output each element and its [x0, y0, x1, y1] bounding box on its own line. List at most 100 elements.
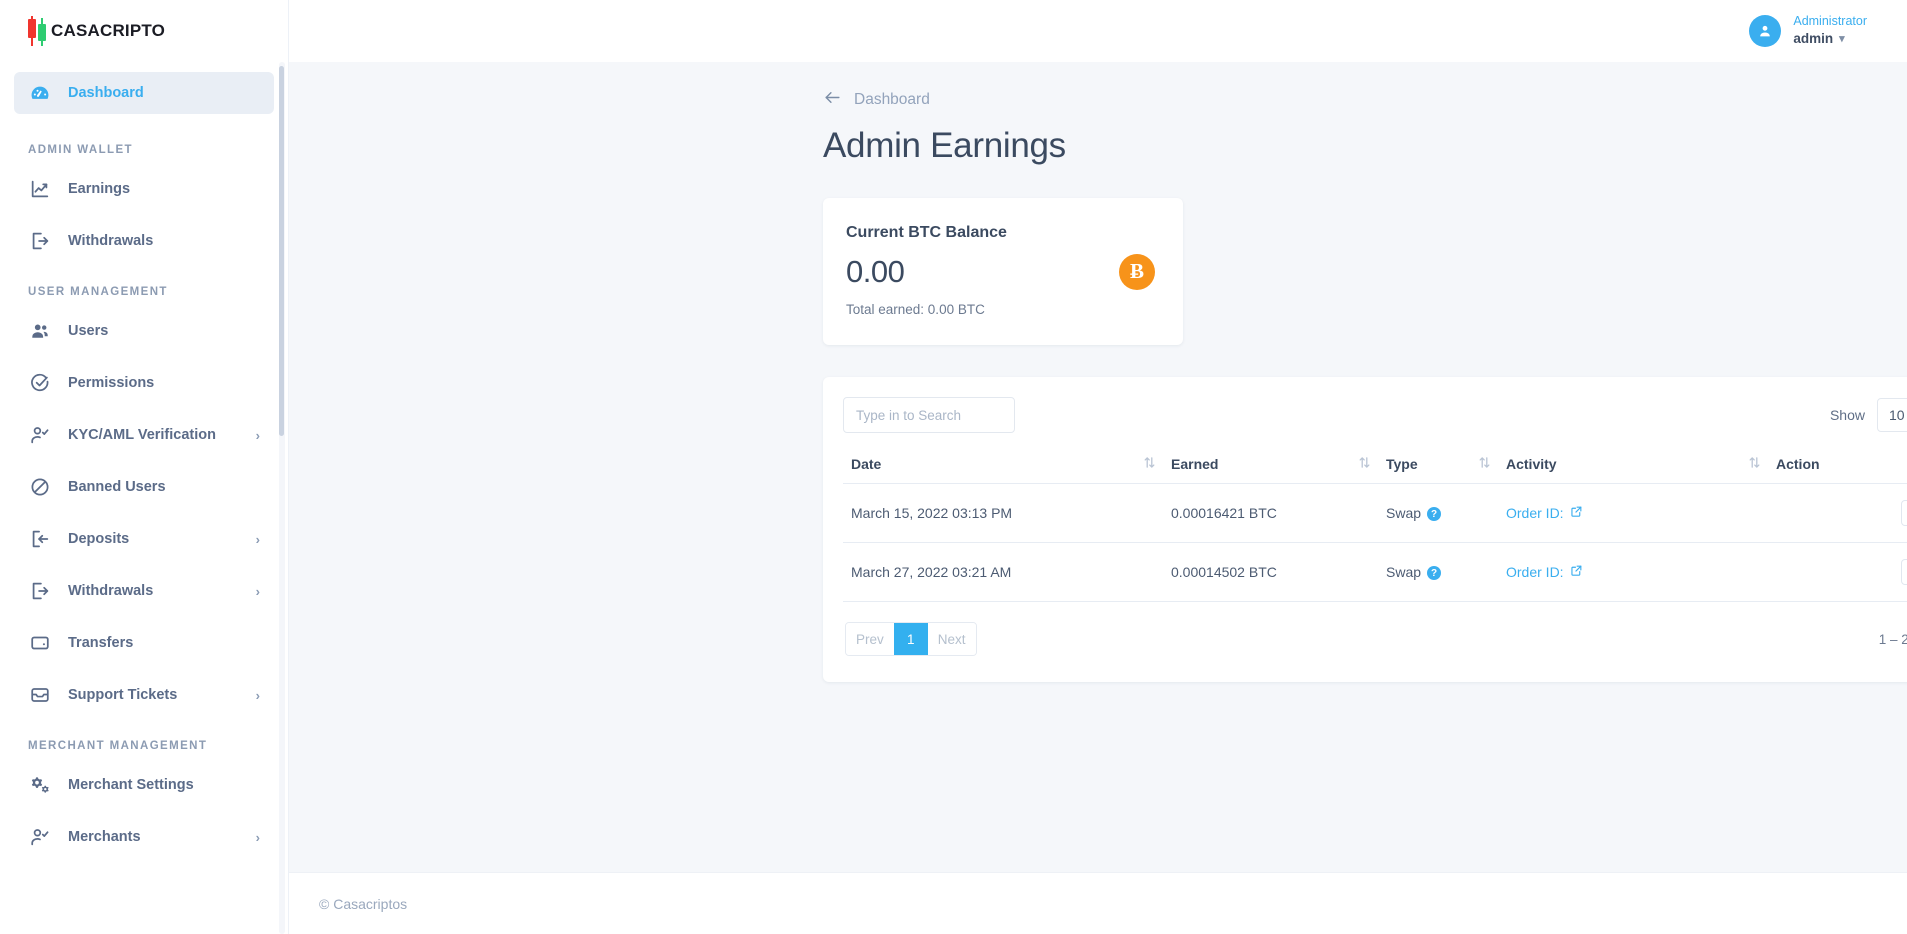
sidebar-item-banned-users[interactable]: Banned Users: [14, 466, 274, 508]
sidebar-item-label: Users: [68, 323, 108, 339]
cell-action: •••: [1768, 543, 1907, 602]
sidebar-item-withdrawals[interactable]: Withdrawals ›: [14, 570, 274, 612]
withdraw-icon: [28, 229, 52, 253]
user-check-icon: [28, 423, 52, 447]
sidebar-section-admin-wallet: ADMIN WALLET: [0, 124, 288, 168]
cell-date: March 27, 2022 03:21 AM: [843, 543, 1163, 602]
external-link-icon: [1570, 505, 1583, 521]
ban-icon: [28, 475, 52, 499]
chart-line-icon: [28, 177, 52, 201]
type-label: Swap: [1386, 564, 1421, 580]
balance-card-title: Current BTC Balance: [846, 224, 1157, 242]
footer-copyright: © Casacriptos: [319, 896, 407, 912]
balance-card-value: 0.00: [846, 254, 1157, 290]
chevron-right-icon: ›: [256, 533, 260, 546]
sort-icon[interactable]: [1463, 456, 1490, 472]
page-content: Dashboard Admin Earnings Current BTC Bal…: [289, 62, 1907, 872]
pagination-prev[interactable]: Prev: [846, 623, 894, 655]
balance-card: Current BTC Balance 0.00 Total earned: 0…: [823, 198, 1183, 345]
table-row: March 27, 2022 03:21 AM 0.00014502 BTC S…: [843, 543, 1907, 602]
user-name-label: admin: [1793, 30, 1833, 48]
table-header-row: Date: [843, 447, 1907, 484]
sidebar-item-label: Transfers: [68, 635, 133, 651]
help-icon[interactable]: ?: [1427, 566, 1441, 580]
order-id-label: Order ID:: [1506, 505, 1564, 521]
column-header-activity[interactable]: Activity: [1498, 447, 1768, 484]
row-actions-button[interactable]: •••: [1901, 559, 1907, 585]
user-menu[interactable]: Administrator admin ▾: [1749, 13, 1867, 48]
page-size-control: Show 10: [1830, 398, 1907, 432]
sidebar-item-support-tickets[interactable]: Support Tickets ›: [14, 674, 274, 716]
order-id-link[interactable]: Order ID:: [1506, 505, 1583, 521]
cell-type: Swap?: [1378, 543, 1498, 602]
brand-logo[interactable]: CASACRIPTO: [0, 0, 288, 62]
sidebar-item-label: Support Tickets: [68, 687, 177, 703]
chevron-right-icon: ›: [256, 689, 260, 702]
cell-activity: Order ID:: [1498, 484, 1768, 543]
sort-icon[interactable]: [1128, 456, 1155, 472]
candlestick-logo-icon: [28, 16, 46, 46]
sidebar-item-label: Permissions: [68, 375, 154, 391]
sidebar-item-users[interactable]: Users: [14, 310, 274, 352]
sidebar: CASACRIPTO Dashboard ADMIN WALLET: [0, 0, 289, 934]
order-id-link[interactable]: Order ID:: [1506, 564, 1583, 580]
cell-earned: 0.00014502 BTC: [1163, 543, 1378, 602]
sidebar-item-withdrawals-wallet[interactable]: Withdrawals: [14, 220, 274, 262]
main-area: Administrator admin ▾ Dashboard: [289, 0, 1907, 934]
row-actions-button[interactable]: •••: [1901, 500, 1907, 526]
users-icon: [28, 319, 52, 343]
wallet-icon: [28, 631, 52, 655]
earnings-table: Date: [843, 447, 1907, 602]
user-check-icon: [28, 825, 52, 849]
sidebar-item-kyc-aml-verification[interactable]: KYC/AML Verification ›: [14, 414, 274, 456]
breadcrumb[interactable]: Dashboard: [823, 88, 1867, 112]
table-row: March 15, 2022 03:13 PM 0.00016421 BTC S…: [843, 484, 1907, 543]
sidebar-item-permissions[interactable]: Permissions: [14, 362, 274, 404]
breadcrumb-label: Dashboard: [854, 91, 930, 109]
withdraw-icon: [28, 579, 52, 603]
column-header-earned[interactable]: Earned: [1163, 447, 1378, 484]
sidebar-item-dashboard[interactable]: Dashboard: [14, 72, 274, 114]
page-size-select[interactable]: 10: [1877, 398, 1907, 432]
deposit-icon: [28, 527, 52, 551]
chevron-right-icon: ›: [256, 429, 260, 442]
cell-type: Swap?: [1378, 484, 1498, 543]
table-head: Date: [843, 447, 1907, 484]
sidebar-item-earnings[interactable]: Earnings: [14, 168, 274, 210]
sidebar-item-label: Banned Users: [68, 479, 166, 495]
user-avatar-icon: [1749, 15, 1781, 47]
chevron-down-icon[interactable]: ▾: [1839, 32, 1845, 47]
bitcoin-icon: Ƀ: [1119, 254, 1155, 290]
sidebar-item-merchant-settings[interactable]: Merchant Settings: [14, 764, 274, 806]
arrow-left-icon[interactable]: [823, 88, 842, 112]
search-input[interactable]: [843, 397, 1015, 433]
pagination-range: 1 – 2 of 2: [1879, 632, 1907, 647]
sidebar-item-label: Merchants: [68, 829, 141, 845]
column-header-action[interactable]: Action: [1768, 447, 1907, 484]
pagination-page-1[interactable]: 1: [894, 623, 928, 655]
sidebar-item-merchants[interactable]: Merchants ›: [14, 816, 274, 858]
check-circle-icon: [28, 371, 52, 395]
table-toolbar: Show 10: [843, 397, 1907, 433]
help-icon[interactable]: ?: [1427, 507, 1441, 521]
earnings-table-card: Show 10 Date: [823, 377, 1907, 682]
sidebar-item-transfers[interactable]: Transfers: [14, 622, 274, 664]
sidebar-item-label: Earnings: [68, 181, 130, 197]
user-role-label: Administrator: [1793, 13, 1867, 30]
cell-earned: 0.00016421 BTC: [1163, 484, 1378, 543]
sidebar-item-deposits[interactable]: Deposits ›: [14, 518, 274, 560]
cell-date: March 15, 2022 03:13 PM: [843, 484, 1163, 543]
column-header-date[interactable]: Date: [843, 447, 1163, 484]
sort-icon[interactable]: [1733, 456, 1760, 472]
table-body: March 15, 2022 03:13 PM 0.00016421 BTC S…: [843, 484, 1907, 602]
sidebar-scrollbar-thumb[interactable]: [279, 66, 284, 436]
sidebar-nav: Dashboard ADMIN WALLET Earnings Withdraw…: [0, 62, 288, 934]
sidebar-item-label: KYC/AML Verification: [68, 427, 216, 443]
sort-icon[interactable]: [1343, 456, 1370, 472]
pagination-next[interactable]: Next: [928, 623, 976, 655]
show-label: Show: [1830, 407, 1865, 423]
external-link-icon: [1570, 564, 1583, 580]
sidebar-section-merchant-management: MERCHANT MANAGEMENT: [0, 726, 288, 764]
column-header-type[interactable]: Type: [1378, 447, 1498, 484]
sidebar-item-label: Merchant Settings: [68, 777, 194, 793]
